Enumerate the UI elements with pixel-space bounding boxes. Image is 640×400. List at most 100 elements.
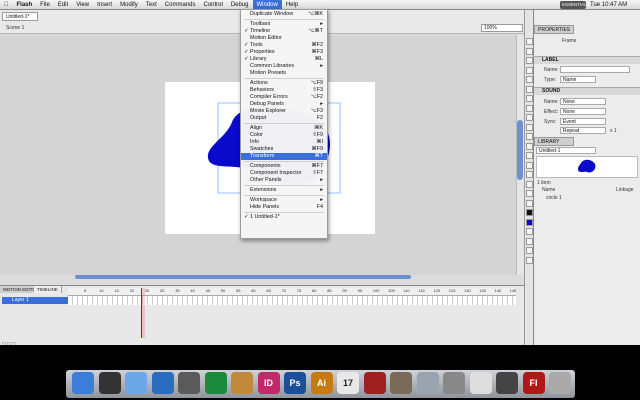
apple-icon[interactable]: 	[0, 0, 13, 10]
frame-ruler[interactable]: 5 10 15 20 25 30 35 40 45 50 55 60 65 70 75 80 85 90 95 100…	[68, 288, 516, 296]
brush-tool-icon[interactable]	[526, 133, 533, 140]
type-select[interactable]: Name	[560, 76, 596, 83]
system-prefs-icon[interactable]	[443, 372, 465, 394]
menu-item-actions[interactable]: Actions ⌥F9	[241, 80, 327, 87]
menu-item-duplicate-window[interactable]: Duplicate Window ⌥⌘K	[241, 11, 327, 18]
menu-item-compiler-errors[interactable]: Compiler Errors ⌥F2	[241, 94, 327, 101]
eyedropper-tool-icon[interactable]	[526, 171, 533, 178]
pencil-tool-icon[interactable]	[526, 123, 533, 131]
menu-item-tools[interactable]: Tools ✓ ⌘F2	[241, 42, 327, 49]
workspace-switcher[interactable]: ESSENTIALS ▾	[560, 1, 590, 15]
menu-item-align[interactable]: Align ⌘K	[241, 125, 327, 132]
3d-rotation-tool-icon[interactable]	[526, 66, 533, 74]
paint-bucket-tool-icon[interactable]	[526, 161, 533, 169]
smooth-icon[interactable]	[526, 247, 533, 254]
menu-item-motion-editor[interactable]: Motion Editor	[241, 35, 327, 42]
free-transform-tool-icon[interactable]	[526, 57, 533, 64]
menu-commands[interactable]: Commands	[161, 0, 200, 10]
swap-colors-icon[interactable]	[526, 228, 533, 235]
effect-select[interactable]: None	[560, 108, 606, 115]
clock[interactable]: Tue 10:47 AM	[590, 0, 627, 10]
vertical-scroll-thumb[interactable]	[517, 120, 523, 180]
library-col-linkage[interactable]: Linkage	[616, 187, 634, 193]
subselection-tool-icon[interactable]	[526, 47, 533, 55]
snap-icon[interactable]	[526, 237, 533, 245]
dashboard-icon[interactable]	[98, 372, 121, 394]
menu-item-timeline[interactable]: Timeline ✓ ⌥⌘T	[241, 28, 327, 35]
indesign-icon[interactable]: ID	[257, 372, 280, 394]
fill-color-icon[interactable]	[526, 218, 533, 226]
lasso-tool-icon[interactable]	[526, 76, 533, 83]
pen-tool-icon[interactable]	[526, 85, 533, 93]
menu-item-hide-panels[interactable]: Hide Panels F4	[241, 204, 327, 211]
eraser-tool-icon[interactable]	[526, 180, 533, 188]
name-input[interactable]	[560, 66, 630, 73]
menu-item-components[interactable]: Components ⌘F7	[241, 163, 327, 170]
repeat-count[interactable]: x 1	[610, 128, 617, 134]
menu-item-swatches[interactable]: Swatches ⌘F9	[241, 146, 327, 153]
menu-item-common-libraries[interactable]: Common Libraries ▸	[241, 63, 327, 70]
finder-icon[interactable]	[72, 372, 94, 394]
menu-item-motion-presets[interactable]: Motion Presets	[241, 70, 327, 77]
ical-icon[interactable]: 17	[337, 372, 359, 394]
sync-select[interactable]: Event	[560, 118, 606, 125]
menu-item-1-untitled-1[interactable]: 1 Untitled-1* ✓	[241, 214, 327, 221]
document-tab[interactable]: Untitled-1*	[2, 12, 38, 21]
label-section[interactable]: LABEL	[534, 56, 640, 64]
menu-item-library[interactable]: Library ✓ ⌘L	[241, 56, 327, 63]
playhead[interactable]	[141, 288, 145, 338]
menu-item-movie-explorer[interactable]: Movie Explorer ⌥F3	[241, 108, 327, 115]
library-col-name[interactable]: Name	[542, 187, 555, 193]
library-document-select[interactable]: Untitled-1	[536, 147, 596, 154]
menu-view[interactable]: View	[72, 0, 93, 10]
photoshop-icon[interactable]: Ps	[284, 372, 306, 394]
menu-insert[interactable]: Insert	[93, 0, 116, 10]
tab-library[interactable]: LIBRARY	[534, 137, 574, 146]
hand-tool-icon[interactable]	[526, 190, 533, 197]
trash-icon[interactable]	[549, 372, 571, 394]
menu-item-toolbars[interactable]: Toolbars ▸	[241, 21, 327, 28]
photo-booth-icon[interactable]	[363, 372, 386, 394]
library-item[interactable]: circle 1	[546, 195, 562, 201]
tab-properties[interactable]: PROPERTIES	[534, 25, 574, 34]
menu-item-debug-panels[interactable]: Debug Panels ▸	[241, 101, 327, 108]
sound-section[interactable]: SOUND	[534, 87, 640, 95]
illustrator-icon[interactable]: Ai	[310, 372, 333, 394]
menu-item-properties[interactable]: Properties ✓ ⌘F3	[241, 49, 327, 56]
menu-item-info[interactable]: Info ⌘I	[241, 139, 327, 146]
bone-tool-icon[interactable]	[526, 152, 533, 159]
safari-icon[interactable]	[125, 372, 147, 394]
menu-item-workspace[interactable]: Workspace ▸	[241, 197, 327, 204]
textedit-icon[interactable]	[469, 372, 492, 394]
menu-file[interactable]: File	[36, 0, 54, 10]
straighten-icon[interactable]	[526, 256, 533, 264]
zoom-tool-icon[interactable]	[526, 199, 533, 207]
menu-edit[interactable]: Edit	[54, 0, 72, 10]
frame-track[interactable]	[68, 296, 516, 305]
menu-item-extensions[interactable]: Extensions ▸	[241, 187, 327, 194]
menu-app[interactable]: Flash	[13, 0, 37, 10]
menu-item-color[interactable]: Color ⇧F9	[241, 132, 327, 139]
menu-item-behaviors[interactable]: Behaviors ⇧F3	[241, 87, 327, 94]
imovie-icon[interactable]	[178, 372, 200, 394]
flash-icon[interactable]: Fl	[522, 372, 545, 394]
selection-tool-icon[interactable]	[526, 38, 533, 45]
itunes-icon[interactable]	[151, 372, 174, 394]
menu-item-output[interactable]: Output F2	[241, 115, 327, 122]
dreamweaver-icon[interactable]	[204, 372, 227, 394]
tab-timeline[interactable]: TIMELINE	[34, 286, 62, 293]
stroke-color-icon[interactable]	[526, 209, 533, 216]
menu-modify[interactable]: Modify	[116, 0, 142, 10]
photos-icon[interactable]	[390, 372, 412, 394]
layer-row[interactable]: Layer 1	[2, 297, 68, 304]
menu-item-transform[interactable]: Transform ⌘T	[241, 153, 327, 160]
deco-tool-icon[interactable]	[526, 142, 533, 150]
menu-item-component-inspector[interactable]: Component Inspector ⇧F7	[241, 170, 327, 177]
rectangle-tool-icon[interactable]	[526, 114, 533, 121]
garageband-icon[interactable]	[231, 372, 253, 394]
text-tool-icon[interactable]	[526, 95, 533, 102]
terminal-icon[interactable]	[496, 372, 518, 394]
scene-breadcrumb[interactable]: Scene 1	[6, 25, 24, 31]
horizontal-scrollbar[interactable]	[75, 275, 411, 279]
preview-icon[interactable]	[416, 372, 439, 394]
